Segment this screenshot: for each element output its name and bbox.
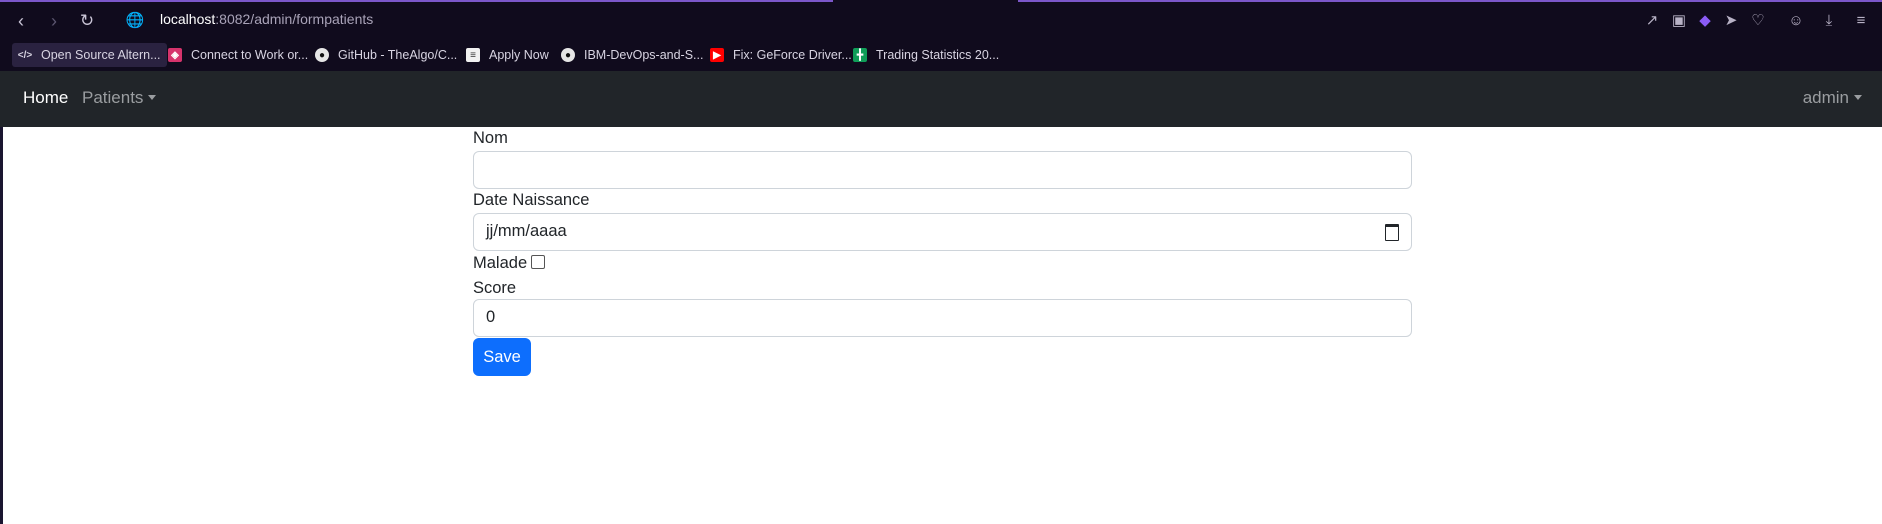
malade-label: Malade bbox=[473, 254, 528, 272]
share-icon[interactable]: ↗ bbox=[1642, 11, 1662, 31]
sheets-icon: ╋ bbox=[853, 48, 867, 62]
malade-field: Malade bbox=[473, 254, 546, 273]
nav-patients-dropdown[interactable]: Patients bbox=[82, 88, 157, 108]
score-label: Score bbox=[473, 279, 517, 297]
bookmark-item[interactable]: ≡ Apply Now bbox=[466, 43, 549, 67]
nav-patients-label: Patients bbox=[82, 88, 144, 107]
shield-icon[interactable]: ◆ bbox=[1695, 11, 1715, 31]
date-placeholder: jj/mm/aaaa bbox=[486, 222, 567, 240]
bookmark-item[interactable]: ╋ Trading Statistics 20... bbox=[853, 43, 999, 67]
window-edge bbox=[0, 127, 3, 524]
navbar: Home Patients admin bbox=[0, 71, 1882, 127]
date-naissance-label: Date Naissance bbox=[473, 191, 590, 209]
chevron-right-icon[interactable]: › bbox=[43, 10, 65, 32]
github-icon: ● bbox=[561, 48, 575, 62]
document-icon: ≡ bbox=[466, 48, 480, 62]
chevron-left-icon[interactable]: ‹ bbox=[10, 10, 32, 32]
bookmark-label: Trading Statistics 20... bbox=[876, 48, 1000, 62]
bookmark-label: IBM-DevOps-and-S... bbox=[584, 48, 704, 62]
url-path: :8082/admin/formpatients bbox=[215, 11, 374, 27]
reload-icon[interactable]: ↻ bbox=[76, 10, 98, 32]
bookmark-item[interactable]: </> Open Source Altern... bbox=[12, 43, 167, 67]
caret-down-icon bbox=[1854, 95, 1862, 100]
github-icon: ● bbox=[315, 48, 329, 62]
bookmark-item[interactable]: ● IBM-DevOps-and-S... bbox=[561, 43, 703, 67]
nav-user-label: admin bbox=[1802, 88, 1849, 107]
bookmark-label: Connect to Work or... bbox=[191, 48, 309, 62]
menu-icon[interactable]: ≡ bbox=[1851, 11, 1871, 31]
bookmarks-bar: </> Open Source Altern... ◈ Connect to W… bbox=[0, 40, 1882, 71]
nav-home-link[interactable]: Home bbox=[23, 88, 68, 108]
caret-down-icon bbox=[148, 95, 157, 100]
browser-chrome: ‹ › ↻ 🌐 localhost:8082/admin/formpatient… bbox=[0, 0, 1882, 71]
bookmark-label: GitHub - TheAlgo/C... bbox=[338, 48, 458, 62]
bookmark-label: Open Source Altern... bbox=[41, 48, 161, 62]
bookmark-item[interactable]: ▶ Fix: GeForce Driver... bbox=[710, 43, 852, 67]
heart-icon[interactable]: ♡ bbox=[1748, 11, 1768, 31]
score-input[interactable]: 0 bbox=[473, 299, 1412, 337]
download-icon[interactable]: ⤓ bbox=[1819, 11, 1839, 31]
nom-label: Nom bbox=[473, 129, 508, 147]
save-button[interactable]: Save bbox=[473, 338, 531, 376]
url-host: localhost bbox=[160, 11, 216, 27]
youtube-icon: ▶ bbox=[710, 48, 724, 62]
code-icon: </> bbox=[17, 49, 33, 61]
score-input-value: 0 bbox=[486, 308, 496, 326]
nav-user-dropdown[interactable]: admin bbox=[1803, 88, 1862, 108]
date-naissance-input[interactable]: jj/mm/aaaa bbox=[473, 213, 1412, 251]
bookmark-item[interactable]: ● GitHub - TheAlgo/C... bbox=[315, 43, 457, 67]
globe-icon: 🌐 bbox=[125, 12, 145, 29]
camera-icon[interactable]: ▣ bbox=[1669, 11, 1689, 31]
bookmark-label: Fix: GeForce Driver... bbox=[733, 48, 852, 62]
calendar-icon[interactable] bbox=[1385, 224, 1399, 241]
app-icon: ◈ bbox=[168, 48, 182, 62]
bookmark-label: Apply Now bbox=[489, 48, 549, 62]
malade-checkbox[interactable] bbox=[531, 255, 546, 269]
url-field[interactable]: localhost:8082/admin/formpatients bbox=[160, 11, 373, 27]
url-bar: ‹ › ↻ 🌐 localhost:8082/admin/formpatient… bbox=[0, 2, 1882, 40]
nom-input[interactable] bbox=[473, 151, 1412, 189]
bookmark-item[interactable]: ◈ Connect to Work or... bbox=[168, 43, 308, 67]
send-icon[interactable]: ➤ bbox=[1721, 11, 1741, 31]
profile-icon[interactable]: ☺ bbox=[1786, 11, 1806, 31]
